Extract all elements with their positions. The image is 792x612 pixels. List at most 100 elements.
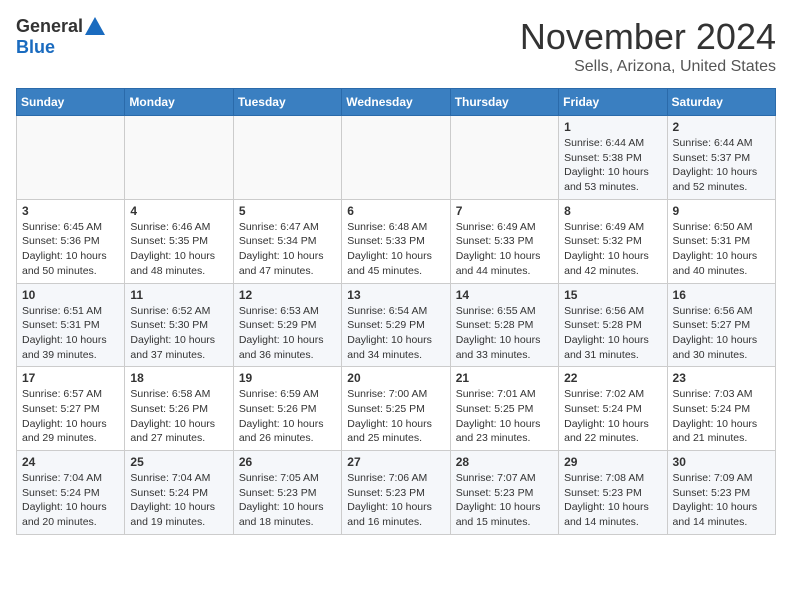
calendar-day-cell: 27 Sunrise: 7:06 AMSunset: 5:23 PMDayligh… bbox=[342, 451, 450, 535]
day-number: 22 bbox=[564, 371, 661, 385]
calendar-day-cell: 23 Sunrise: 7:03 AMSunset: 5:24 PMDayligh… bbox=[667, 367, 775, 451]
day-info: Sunrise: 7:08 AMSunset: 5:23 PMDaylight:… bbox=[564, 471, 661, 530]
calendar-day-cell bbox=[17, 116, 125, 200]
day-info: Sunrise: 7:03 AMSunset: 5:24 PMDaylight:… bbox=[673, 387, 770, 446]
calendar-day-cell: 11 Sunrise: 6:52 AMSunset: 5:30 PMDayligh… bbox=[125, 283, 233, 367]
day-info: Sunrise: 6:57 AMSunset: 5:27 PMDaylight:… bbox=[22, 387, 119, 446]
day-info: Sunrise: 6:44 AMSunset: 5:37 PMDaylight:… bbox=[673, 136, 770, 195]
day-info: Sunrise: 6:49 AMSunset: 5:32 PMDaylight:… bbox=[564, 220, 661, 279]
logo-triangle-icon bbox=[85, 17, 105, 35]
day-info: Sunrise: 6:48 AMSunset: 5:33 PMDaylight:… bbox=[347, 220, 444, 279]
day-number: 23 bbox=[673, 371, 770, 385]
day-number: 9 bbox=[673, 204, 770, 218]
day-info: Sunrise: 7:02 AMSunset: 5:24 PMDaylight:… bbox=[564, 387, 661, 446]
month-title: November 2024 bbox=[520, 16, 776, 58]
calendar-week-row: 10 Sunrise: 6:51 AMSunset: 5:31 PMDayligh… bbox=[17, 283, 776, 367]
day-number: 1 bbox=[564, 120, 661, 134]
day-number: 10 bbox=[22, 288, 119, 302]
day-number: 3 bbox=[22, 204, 119, 218]
day-info: Sunrise: 6:53 AMSunset: 5:29 PMDaylight:… bbox=[239, 304, 336, 363]
location-title: Sells, Arizona, United States bbox=[520, 58, 776, 76]
calendar-day-cell: 1 Sunrise: 6:44 AMSunset: 5:38 PMDaylight… bbox=[559, 116, 667, 200]
day-number: 20 bbox=[347, 371, 444, 385]
logo-general-text: General bbox=[16, 16, 83, 37]
calendar-day-cell: 25 Sunrise: 7:04 AMSunset: 5:24 PMDayligh… bbox=[125, 451, 233, 535]
calendar-day-cell: 9 Sunrise: 6:50 AMSunset: 5:31 PMDaylight… bbox=[667, 199, 775, 283]
day-number: 29 bbox=[564, 455, 661, 469]
calendar-day-cell: 12 Sunrise: 6:53 AMSunset: 5:29 PMDayligh… bbox=[233, 283, 341, 367]
day-number: 17 bbox=[22, 371, 119, 385]
day-number: 4 bbox=[130, 204, 227, 218]
day-info: Sunrise: 6:56 AMSunset: 5:27 PMDaylight:… bbox=[673, 304, 770, 363]
calendar-day-cell: 26Sunrise: 7:05 AMSunset: 5:23 PMDayligh… bbox=[233, 451, 341, 535]
calendar-day-cell: 20 Sunrise: 7:00 AMSunset: 5:25 PMDayligh… bbox=[342, 367, 450, 451]
day-info: Sunrise: 6:54 AMSunset: 5:29 PMDaylight:… bbox=[347, 304, 444, 363]
calendar-day-cell: 18Sunrise: 6:58 AMSunset: 5:26 PMDayligh… bbox=[125, 367, 233, 451]
day-info: Sunrise: 6:56 AMSunset: 5:28 PMDaylight:… bbox=[564, 304, 661, 363]
day-info: Sunrise: 6:44 AMSunset: 5:38 PMDaylight:… bbox=[564, 136, 661, 195]
day-info: Sunrise: 6:45 AMSunset: 5:36 PMDaylight:… bbox=[22, 220, 119, 279]
day-info: Sunrise: 6:51 AMSunset: 5:31 PMDaylight:… bbox=[22, 304, 119, 363]
calendar-header-row: SundayMondayTuesdayWednesdayThursdayFrid… bbox=[17, 89, 776, 116]
day-info: Sunrise: 6:50 AMSunset: 5:31 PMDaylight:… bbox=[673, 220, 770, 279]
day-info: Sunrise: 7:04 AMSunset: 5:24 PMDaylight:… bbox=[130, 471, 227, 530]
day-number: 14 bbox=[456, 288, 553, 302]
day-number: 11 bbox=[130, 288, 227, 302]
calendar-day-cell bbox=[125, 116, 233, 200]
day-number: 27 bbox=[347, 455, 444, 469]
calendar-header-friday: Friday bbox=[559, 89, 667, 116]
calendar-day-cell: 16 Sunrise: 6:56 AMSunset: 5:27 PMDayligh… bbox=[667, 283, 775, 367]
day-info: Sunrise: 6:46 AMSunset: 5:35 PMDaylight:… bbox=[130, 220, 227, 279]
day-number: 7 bbox=[456, 204, 553, 218]
calendar-day-cell bbox=[233, 116, 341, 200]
calendar-day-cell: 17 Sunrise: 6:57 AMSunset: 5:27 PMDayligh… bbox=[17, 367, 125, 451]
calendar-week-row: 3 Sunrise: 6:45 AMSunset: 5:36 PMDaylight… bbox=[17, 199, 776, 283]
calendar-day-cell: 30 Sunrise: 7:09 AMSunset: 5:23 PMDayligh… bbox=[667, 451, 775, 535]
day-info: Sunrise: 6:55 AMSunset: 5:28 PMDaylight:… bbox=[456, 304, 553, 363]
calendar-day-cell: 29 Sunrise: 7:08 AMSunset: 5:23 PMDayligh… bbox=[559, 451, 667, 535]
day-number: 21 bbox=[456, 371, 553, 385]
day-info: Sunrise: 7:00 AMSunset: 5:25 PMDaylight:… bbox=[347, 387, 444, 446]
day-number: 28 bbox=[456, 455, 553, 469]
calendar-header-wednesday: Wednesday bbox=[342, 89, 450, 116]
calendar-week-row: 24Sunrise: 7:04 AMSunset: 5:24 PMDayligh… bbox=[17, 451, 776, 535]
calendar-week-row: 1 Sunrise: 6:44 AMSunset: 5:38 PMDaylight… bbox=[17, 116, 776, 200]
day-number: 26 bbox=[239, 455, 336, 469]
day-info: Sunrise: 6:47 AMSunset: 5:34 PMDaylight:… bbox=[239, 220, 336, 279]
calendar-day-cell: 10 Sunrise: 6:51 AMSunset: 5:31 PMDayligh… bbox=[17, 283, 125, 367]
calendar-header-monday: Monday bbox=[125, 89, 233, 116]
calendar-table: SundayMondayTuesdayWednesdayThursdayFrid… bbox=[16, 88, 776, 535]
calendar-day-cell: 24Sunrise: 7:04 AMSunset: 5:24 PMDayligh… bbox=[17, 451, 125, 535]
calendar-day-cell: 5Sunrise: 6:47 AMSunset: 5:34 PMDaylight… bbox=[233, 199, 341, 283]
day-number: 6 bbox=[347, 204, 444, 218]
day-number: 25 bbox=[130, 455, 227, 469]
calendar-day-cell: 22 Sunrise: 7:02 AMSunset: 5:24 PMDayligh… bbox=[559, 367, 667, 451]
calendar-day-cell: 2Sunrise: 6:44 AMSunset: 5:37 PMDaylight… bbox=[667, 116, 775, 200]
logo: General Blue bbox=[16, 16, 105, 58]
calendar-day-cell: 4 Sunrise: 6:46 AMSunset: 5:35 PMDaylight… bbox=[125, 199, 233, 283]
calendar-day-cell bbox=[342, 116, 450, 200]
day-info: Sunrise: 6:59 AMSunset: 5:26 PMDaylight:… bbox=[239, 387, 336, 446]
day-number: 16 bbox=[673, 288, 770, 302]
calendar-header-tuesday: Tuesday bbox=[233, 89, 341, 116]
title-block: November 2024 Sells, Arizona, United Sta… bbox=[520, 16, 776, 76]
calendar-day-cell: 15Sunrise: 6:56 AMSunset: 5:28 PMDayligh… bbox=[559, 283, 667, 367]
page-header: General Blue November 2024 Sells, Arizon… bbox=[16, 16, 776, 76]
calendar-day-cell: 3 Sunrise: 6:45 AMSunset: 5:36 PMDaylight… bbox=[17, 199, 125, 283]
day-number: 12 bbox=[239, 288, 336, 302]
day-info: Sunrise: 7:01 AMSunset: 5:25 PMDaylight:… bbox=[456, 387, 553, 446]
day-number: 30 bbox=[673, 455, 770, 469]
calendar-day-cell: 28Sunrise: 7:07 AMSunset: 5:23 PMDayligh… bbox=[450, 451, 558, 535]
calendar-day-cell: 6 Sunrise: 6:48 AMSunset: 5:33 PMDaylight… bbox=[342, 199, 450, 283]
day-info: Sunrise: 7:09 AMSunset: 5:23 PMDaylight:… bbox=[673, 471, 770, 530]
calendar-day-cell: 8Sunrise: 6:49 AMSunset: 5:32 PMDaylight… bbox=[559, 199, 667, 283]
calendar-week-row: 17 Sunrise: 6:57 AMSunset: 5:27 PMDayligh… bbox=[17, 367, 776, 451]
day-info: Sunrise: 6:52 AMSunset: 5:30 PMDaylight:… bbox=[130, 304, 227, 363]
calendar-day-cell bbox=[450, 116, 558, 200]
day-info: Sunrise: 7:04 AMSunset: 5:24 PMDaylight:… bbox=[22, 471, 119, 530]
day-number: 13 bbox=[347, 288, 444, 302]
logo-blue-text: Blue bbox=[16, 37, 55, 58]
calendar-header-saturday: Saturday bbox=[667, 89, 775, 116]
day-info: Sunrise: 7:06 AMSunset: 5:23 PMDaylight:… bbox=[347, 471, 444, 530]
day-number: 18 bbox=[130, 371, 227, 385]
